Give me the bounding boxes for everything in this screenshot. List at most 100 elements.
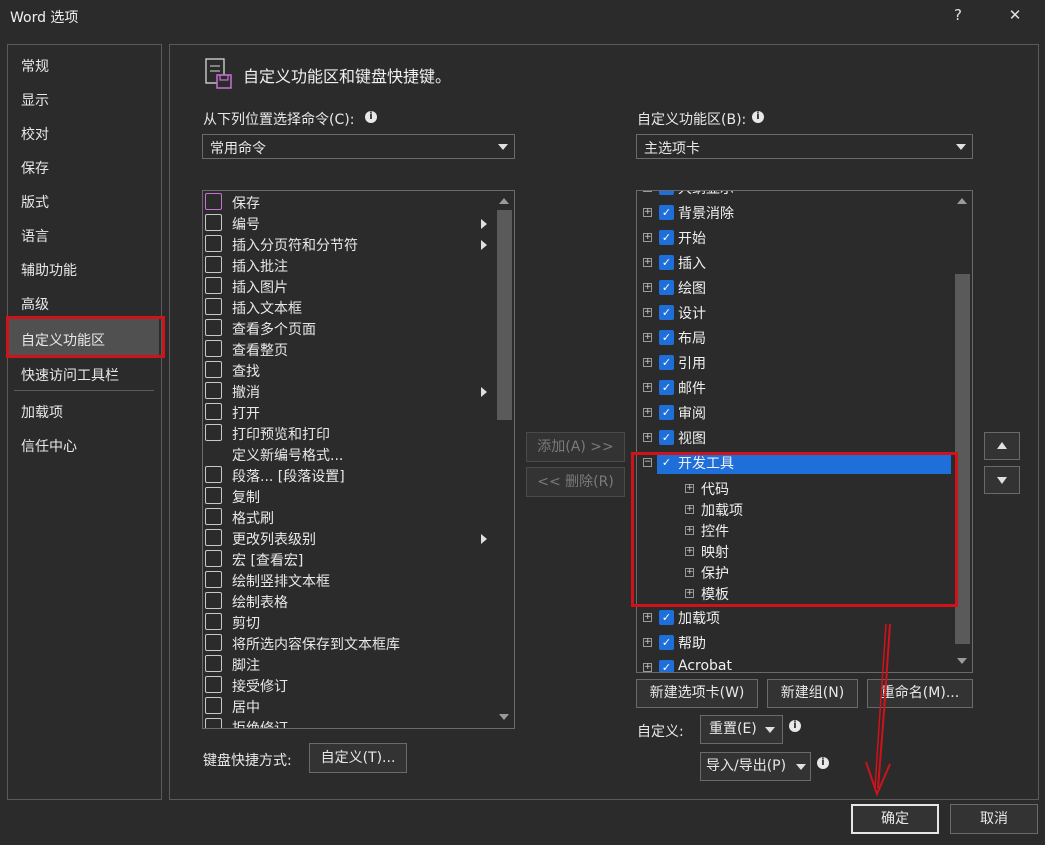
info-icon[interactable]: i (817, 757, 829, 769)
ribbon-tab-item[interactable]: + ✓ 视图 (637, 427, 949, 451)
command-item[interactable]: 复制 (203, 486, 493, 507)
nav-item-display[interactable]: 显示 (21, 90, 49, 110)
command-item[interactable]: 绘制竖排文本框 (203, 570, 493, 591)
expand-icon[interactable]: + (643, 191, 652, 192)
command-item[interactable]: 居中 (203, 696, 493, 717)
close-button[interactable]: ✕ (1000, 6, 1030, 28)
scroll-down-icon[interactable] (499, 714, 509, 720)
command-item[interactable]: 拒绝修订 (203, 717, 493, 728)
checkbox-checked-icon[interactable]: ✓ (659, 610, 674, 625)
expand-icon[interactable]: + (643, 613, 652, 622)
ribbon-tab-item[interactable]: + ✓ 设计 (637, 302, 949, 326)
command-item[interactable]: 段落... [段落设置] (203, 465, 493, 486)
command-item[interactable]: 宏 [查看宏] (203, 549, 493, 570)
ribbon-tab-item[interactable]: + ✓ 加载项 (637, 607, 949, 631)
expand-icon[interactable]: + (643, 333, 652, 342)
move-down-button[interactable] (984, 466, 1020, 494)
command-item[interactable]: 格式刷 (203, 507, 493, 528)
command-item[interactable]: 脚注 (203, 654, 493, 675)
reset-button[interactable]: 重置(E) (700, 715, 783, 744)
nav-item-quick-access[interactable]: 快速访问工具栏 (21, 365, 119, 385)
command-item[interactable]: 查看整页 (203, 339, 493, 360)
ribbon-tab-item[interactable]: + ✓ 背景消除 (637, 202, 949, 226)
expand-icon[interactable]: + (643, 358, 652, 367)
command-item[interactable]: 将所选内容保存到文本框库 (203, 633, 493, 654)
ribbon-tab-item[interactable]: + ✓ Acrobat (637, 657, 949, 672)
nav-item-accessibility[interactable]: 辅助功能 (21, 260, 77, 280)
scroll-up-icon[interactable] (957, 198, 967, 204)
expand-icon[interactable]: + (643, 283, 652, 292)
info-icon[interactable]: i (752, 111, 764, 123)
expand-icon[interactable]: + (643, 408, 652, 417)
ok-button[interactable]: 确定 (851, 804, 939, 834)
info-icon[interactable]: i (365, 111, 377, 123)
nav-item-language[interactable]: 语言 (21, 226, 49, 246)
command-item[interactable]: 查看多个页面 (203, 318, 493, 339)
command-item[interactable]: 打印预览和打印 (203, 423, 493, 444)
nav-item-advanced[interactable]: 高级 (21, 294, 49, 314)
expand-icon[interactable]: + (643, 638, 652, 647)
checkbox-checked-icon[interactable]: ✓ (659, 355, 674, 370)
checkbox-checked-icon[interactable]: ✓ (659, 280, 674, 295)
expand-icon[interactable]: + (643, 383, 652, 392)
import-export-button[interactable]: 导入/导出(P) (700, 752, 811, 781)
checkbox-checked-icon[interactable]: ✓ (659, 330, 674, 345)
new-tab-button[interactable]: 新建选项卡(W) (636, 679, 758, 708)
ribbon-tab-item[interactable]: + ✓ 开始 (637, 227, 949, 251)
checkbox-checked-icon[interactable]: ✓ (659, 191, 674, 195)
command-item[interactable]: 编号 (203, 213, 493, 234)
command-item[interactable]: 插入图片 (203, 276, 493, 297)
ribbon-tabs-combo[interactable]: 主选项卡 (636, 134, 973, 159)
nav-item-trust-center[interactable]: 信任中心 (21, 436, 77, 456)
nav-item-proofing[interactable]: 校对 (21, 124, 49, 144)
commands-scrollbar[interactable] (495, 191, 514, 728)
new-group-button[interactable]: 新建组(N) (767, 679, 858, 708)
command-item[interactable]: 剪切 (203, 612, 493, 633)
expand-icon[interactable]: + (643, 663, 652, 672)
ribbon-tab-item[interactable]: + ✓ 邮件 (637, 377, 949, 401)
ribbon-tab-item[interactable]: + ✓ 插入 (637, 252, 949, 276)
ribbon-tab-item[interactable]: + ✓ 审阅 (637, 402, 949, 426)
info-icon[interactable]: i (789, 720, 801, 732)
ribbon-tab-item[interactable]: + ✓ 引用 (637, 352, 949, 376)
command-item[interactable]: 绘制表格 (203, 591, 493, 612)
ribbon-tab-item[interactable]: + ✓ 大纲显示 (637, 191, 949, 201)
scroll-down-icon[interactable] (957, 658, 967, 664)
expand-icon[interactable]: + (643, 308, 652, 317)
ribbon-tab-item[interactable]: + ✓ 布局 (637, 327, 949, 351)
command-item[interactable]: 撤消 (203, 381, 493, 402)
nav-item-addins[interactable]: 加载项 (21, 402, 63, 422)
command-item[interactable]: 插入批注 (203, 255, 493, 276)
expand-icon[interactable]: + (643, 208, 652, 217)
add-button[interactable]: 添加(A) >> (526, 432, 625, 462)
customize-keyboard-button[interactable]: 自定义(T)... (309, 743, 407, 773)
checkbox-checked-icon[interactable]: ✓ (659, 660, 674, 672)
command-item[interactable]: 插入文本框 (203, 297, 493, 318)
expand-icon[interactable]: + (643, 258, 652, 267)
expand-icon[interactable]: + (643, 233, 652, 242)
nav-item-general[interactable]: 常规 (21, 56, 49, 76)
scroll-thumb[interactable] (497, 210, 512, 420)
command-item[interactable]: 查找 (203, 360, 493, 381)
ribbon-tab-item[interactable]: + ✓ 帮助 (637, 632, 949, 656)
command-item[interactable]: 打开 (203, 402, 493, 423)
checkbox-checked-icon[interactable]: ✓ (659, 380, 674, 395)
checkbox-checked-icon[interactable]: ✓ (659, 430, 674, 445)
checkbox-checked-icon[interactable]: ✓ (659, 305, 674, 320)
ribbon-tab-item[interactable]: + ✓ 绘图 (637, 277, 949, 301)
checkbox-checked-icon[interactable]: ✓ (659, 635, 674, 650)
command-item[interactable]: 保存 (203, 192, 493, 213)
scroll-up-icon[interactable] (499, 198, 509, 204)
remove-button[interactable]: << 删除(R) (526, 467, 625, 497)
command-item[interactable]: 定义新编号格式... (203, 444, 493, 465)
cancel-button[interactable]: 取消 (950, 804, 1038, 834)
help-button[interactable]: ? (943, 6, 973, 28)
commands-source-combo[interactable]: 常用命令 (202, 134, 515, 159)
nav-item-layout[interactable]: 版式 (21, 192, 49, 212)
command-item[interactable]: 插入分页符和分节符 (203, 234, 493, 255)
nav-item-save[interactable]: 保存 (21, 158, 49, 178)
command-item[interactable]: 更改列表级别 (203, 528, 493, 549)
expand-icon[interactable]: + (643, 433, 652, 442)
move-up-button[interactable] (984, 432, 1020, 460)
checkbox-checked-icon[interactable]: ✓ (659, 405, 674, 420)
